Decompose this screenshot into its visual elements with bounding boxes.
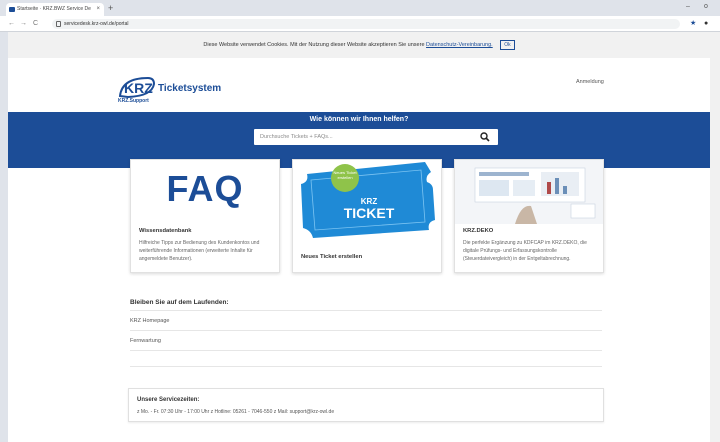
faq-card-text: Hilfreiche Tipps zur Bedienung des Kunde… (139, 240, 260, 262)
krz-logo-icon: KRZ (118, 76, 156, 98)
close-tab-icon[interactable]: × (96, 3, 100, 16)
cookie-banner: Diese Website verwendet Cookies. Mit der… (8, 32, 710, 58)
separator (130, 366, 602, 367)
site-logo[interactable]: KRZ Ticketsystem KRZ.Support (118, 76, 258, 104)
hero-title: Wie können wir Ihnen helfen? (309, 116, 409, 123)
star-icon[interactable]: ★ (690, 19, 696, 29)
window-icon[interactable]: o (704, 3, 708, 10)
forward-icon[interactable]: → (20, 19, 27, 29)
search-input[interactable] (254, 129, 474, 145)
back-icon[interactable]: ← (8, 19, 15, 29)
url-field[interactable]: servicedesk.krz-owl.de/portal (52, 19, 680, 29)
krz-homepage-link[interactable]: KRZ Homepage (130, 318, 169, 324)
service-text: z Mo. - Fr. 07:30 Uhr - 17:00 Uhr z Hotl… (137, 409, 335, 415)
tab-title: Startseite · KRZ.BWZ Service De (17, 6, 91, 12)
web-page: Diese Website verwendet Cookies. Mit der… (8, 32, 710, 442)
faq-word: FAQ (166, 168, 244, 209)
search-box (254, 129, 498, 145)
separator (130, 350, 602, 351)
cookie-ok-button[interactable]: Ok (500, 39, 515, 50)
new-tab-button[interactable]: + (108, 2, 113, 14)
fernwartung-link[interactable]: Fernwartung (130, 338, 161, 344)
badge-text: Neues Ticket erstellen (333, 170, 357, 180)
dashboard-image (455, 160, 603, 224)
user-icon[interactable]: ● (704, 19, 708, 29)
new-ticket-card[interactable]: KRZ TICKET Neues Ticket erstellen Neues … (292, 159, 442, 273)
krz-deko-card[interactable]: KRZ.DEKO Die perfekte Ergänzung zu KDFCA… (454, 159, 604, 273)
favicon-icon (9, 7, 15, 12)
reload-icon[interactable]: C (33, 19, 38, 29)
browser-tab-bar: Startseite · KRZ.BWZ Service De × + – o (0, 0, 720, 16)
minimize-button[interactable]: – (686, 3, 690, 10)
deko-card-title: KRZ.DEKO (463, 228, 494, 234)
ticket-card-title: Neues Ticket erstellen (301, 254, 363, 260)
logo-title: Ticketsystem (158, 83, 222, 94)
login-link[interactable]: Anmeldung (576, 79, 604, 85)
faq-card[interactable]: FAQ Wissensdatenbank Hilfreiche Tipps zu… (130, 159, 280, 273)
privacy-link[interactable]: Datenschutz-Vereinbarung. (426, 42, 493, 48)
address-bar-row: ← → C servicedesk.krz-owl.de/portal ★ ● (0, 16, 720, 32)
updates-title: Bleiben Sie auf dem Laufenden: (130, 299, 229, 306)
ticket-word: TICKET (344, 205, 395, 221)
service-title: Unsere Servicezeiten: (137, 397, 200, 403)
ticket-image: KRZ TICKET (301, 162, 435, 238)
lock-icon (56, 21, 61, 27)
separator (130, 330, 602, 331)
separator (130, 310, 602, 311)
search-icon[interactable] (480, 132, 490, 142)
service-hours-box: Unsere Servicezeiten: z Mo. - Fr. 07:30 … (128, 388, 604, 422)
logo-mark-text: KRZ (124, 80, 153, 96)
browser-tab[interactable]: Startseite · KRZ.BWZ Service De × (6, 3, 104, 16)
cookie-text: Diese Website verwendet Cookies. Mit der… (203, 42, 425, 48)
faq-image: FAQ (131, 160, 279, 224)
url-text: servicedesk.krz-owl.de/portal (64, 21, 129, 27)
deko-card-text: Die perfekte Ergänzung zu KDFCAP im KRZ.… (463, 240, 587, 262)
logo-subtitle: KRZ.Support (118, 98, 149, 104)
faq-card-title: Wissensdatenbank (139, 228, 192, 234)
page-scrollbar[interactable] (710, 32, 720, 442)
